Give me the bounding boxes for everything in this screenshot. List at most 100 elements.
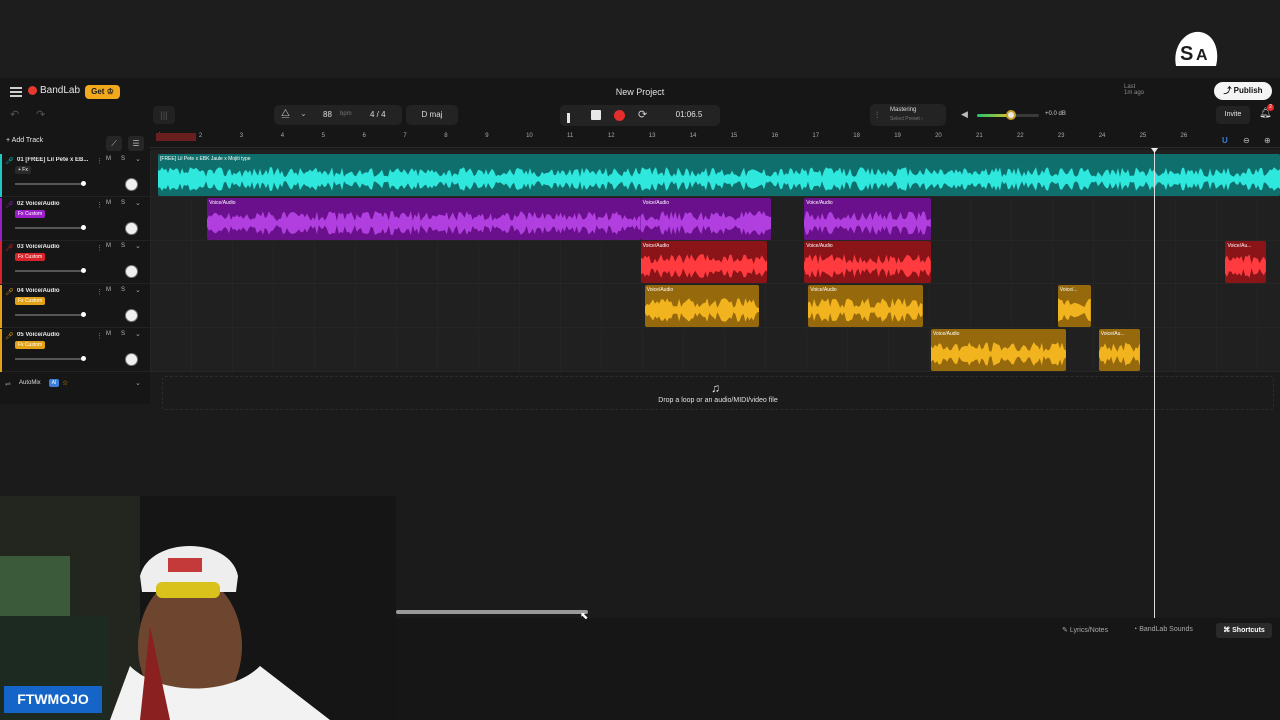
audio-clip[interactable]: Voice/Audio: [804, 241, 931, 284]
more-icon[interactable]: ⋮: [96, 332, 103, 340]
invite-button[interactable]: Invite: [1216, 106, 1250, 124]
mute-button[interactable]: M: [106, 200, 111, 206]
chevron-down-icon[interactable]: ⌄: [135, 199, 141, 207]
time-signature[interactable]: 4 / 4: [370, 110, 386, 119]
track-lane[interactable]: [FREE] Lil Pete x EBK Jaule x Mojiti typ…: [150, 154, 1280, 197]
track-name[interactable]: 04 Voice/Audio: [17, 288, 97, 294]
track-header[interactable]: 🎤︎ 03 Voice/Audio ⋮ M S ⌄ Fx Custom: [0, 241, 150, 285]
track-volume-slider[interactable]: [15, 226, 85, 229]
fx-button[interactable]: + Fx: [15, 166, 31, 174]
fx-button[interactable]: Fx Custom: [15, 209, 46, 218]
track-volume-slider[interactable]: [15, 270, 85, 273]
pan-knob[interactable]: [125, 178, 138, 191]
audio-clip[interactable]: Voice/Audio: [804, 197, 931, 240]
more-icon[interactable]: ⋮: [96, 201, 103, 209]
audio-clip[interactable]: Voice/Audio: [640, 241, 768, 284]
track-header[interactable]: 🎤︎ 02 Voice/Audio ⋮ M S ⌄ Fx Custom: [0, 197, 150, 241]
solo-button[interactable]: S: [121, 156, 125, 162]
track-lane[interactable]: Voice/Audio Voice/Audio Voice/...: [150, 285, 1280, 329]
bandlab-logo[interactable]: BandLab: [28, 85, 80, 96]
track-volume-handle[interactable]: [81, 312, 86, 318]
audio-clip[interactable]: Voice/Audio: [644, 285, 760, 328]
chevron-down-icon[interactable]: ⌄: [135, 155, 141, 163]
track-volume-slider[interactable]: [15, 357, 85, 360]
shortcuts-button[interactable]: ⌘ Shortcuts: [1216, 623, 1272, 638]
solo-button[interactable]: S: [121, 200, 125, 206]
mute-button[interactable]: M: [106, 156, 111, 162]
add-track-button[interactable]: + Add Track: [6, 137, 62, 151]
pan-knob[interactable]: [125, 221, 138, 235]
track-header[interactable]: 🎤︎ 05 Voice/Audio ⋮ M S ⌄ Fx Custom: [0, 328, 150, 372]
tracks-settings-icon[interactable]: ☰: [128, 136, 144, 151]
wand-icon[interactable]: ⟋: [106, 136, 122, 151]
audio-clip[interactable]: Voice/Audio: [640, 197, 772, 240]
menu-icon[interactable]: [10, 87, 22, 97]
loop-region-marker[interactable]: [156, 133, 196, 141]
track-lane[interactable]: Voice/Audio Voice/Au...: [150, 328, 1280, 372]
track-volume-slider[interactable]: [15, 183, 85, 185]
pan-knob[interactable]: [125, 352, 138, 366]
mute-button[interactable]: M: [106, 243, 111, 249]
get-membership-button[interactable]: Get ♔: [85, 85, 120, 99]
undo-button[interactable]: ↶: [10, 108, 19, 121]
audio-clip[interactable]: Voice/Au...: [1225, 241, 1267, 284]
metronome-icon[interactable]: ⧋: [281, 108, 290, 119]
pause-button[interactable]: [567, 110, 576, 141]
track-header[interactable]: 🎤︎ 01 [FREE] Lil Pete x EB... ⋮ M S ⌄ + Fx: [0, 154, 150, 197]
mixer-toggle-button[interactable]: |||: [153, 106, 175, 124]
speaker-icon[interactable]: ◀: [961, 109, 968, 120]
record-button[interactable]: [614, 110, 625, 121]
zoom-in-icon[interactable]: ⊕: [1264, 136, 1271, 145]
chevron-down-icon[interactable]: ⌄: [135, 330, 141, 338]
track-lane[interactable]: Voice/Audio Voice/Audio Voice/Audio: [150, 197, 1280, 241]
publish-button[interactable]: ⤴ Publish: [1214, 82, 1272, 100]
track-volume-handle[interactable]: [81, 268, 86, 274]
stop-button[interactable]: [591, 110, 601, 120]
tempo-value[interactable]: 88: [323, 110, 332, 119]
chevron-down-icon[interactable]: ⌄: [135, 242, 141, 250]
more-icon[interactable]: ⋮: [96, 244, 103, 252]
loop-icon[interactable]: ⟳: [638, 108, 647, 121]
audio-clip[interactable]: Voice/...: [1057, 285, 1091, 328]
track-volume-handle[interactable]: [81, 355, 86, 361]
fx-button[interactable]: Fx Custom: [15, 340, 46, 349]
track-lane[interactable]: Voice/Audio Voice/Audio Voice/Au...: [150, 241, 1280, 285]
fx-button[interactable]: Fx Custom: [15, 297, 46, 306]
bandlab-sounds-button[interactable]: ◔ BandLab Sounds: [1133, 626, 1193, 633]
timeline-ruler[interactable]: 1234567891011121314151617181920212223242…: [150, 128, 1280, 148]
track-volume-handle[interactable]: [81, 181, 86, 186]
track-volume-handle[interactable]: [81, 224, 86, 230]
more-icon[interactable]: ⋮: [96, 157, 103, 165]
pan-knob[interactable]: [125, 265, 138, 279]
track-name[interactable]: 01 [FREE] Lil Pete x EB...: [17, 157, 97, 163]
key-button[interactable]: D maj: [406, 105, 458, 125]
audio-clip[interactable]: Voice/Audio: [931, 328, 1066, 371]
solo-button[interactable]: S: [121, 287, 125, 293]
mute-button[interactable]: M: [106, 331, 111, 337]
playhead[interactable]: [1154, 148, 1155, 618]
solo-button[interactable]: S: [121, 243, 125, 249]
audio-clip[interactable]: Voice/Audio: [808, 285, 923, 328]
chevron-down-icon[interactable]: ⌄: [135, 379, 141, 387]
project-title[interactable]: New Project: [580, 87, 700, 97]
track-name[interactable]: 05 Voice/Audio: [17, 332, 97, 338]
lyrics-notes-button[interactable]: ✎ Lyrics/Notes: [1062, 626, 1108, 634]
track-name[interactable]: 03 Voice/Audio: [17, 244, 97, 250]
audio-clip[interactable]: Voice/Au...: [1098, 328, 1140, 371]
solo-button[interactable]: S: [121, 331, 125, 337]
chevron-down-icon[interactable]: ⌄: [300, 109, 307, 118]
horizontal-scrollbar[interactable]: [396, 610, 588, 614]
track-header[interactable]: 🎤︎ 04 Voice/Audio ⋮ M S ⌄ Fx Custom: [0, 285, 150, 329]
track-name[interactable]: 02 Voice/Audio: [17, 201, 97, 207]
fx-button[interactable]: Fx Custom: [15, 253, 46, 262]
chevron-down-icon[interactable]: ⌄: [135, 286, 141, 294]
track-volume-slider[interactable]: [15, 314, 85, 317]
mute-button[interactable]: M: [106, 287, 111, 293]
snap-icon[interactable]: U: [1222, 136, 1228, 145]
redo-button[interactable]: ↷: [36, 108, 45, 121]
zoom-out-icon[interactable]: ⊖: [1243, 136, 1250, 145]
pan-knob[interactable]: [125, 309, 138, 323]
more-icon[interactable]: ⋮: [96, 288, 103, 296]
audio-clip[interactable]: Voice/Audio: [207, 197, 641, 240]
audio-clip[interactable]: [FREE] Lil Pete x EBK Jaule x Mojiti typ…: [158, 154, 1280, 196]
